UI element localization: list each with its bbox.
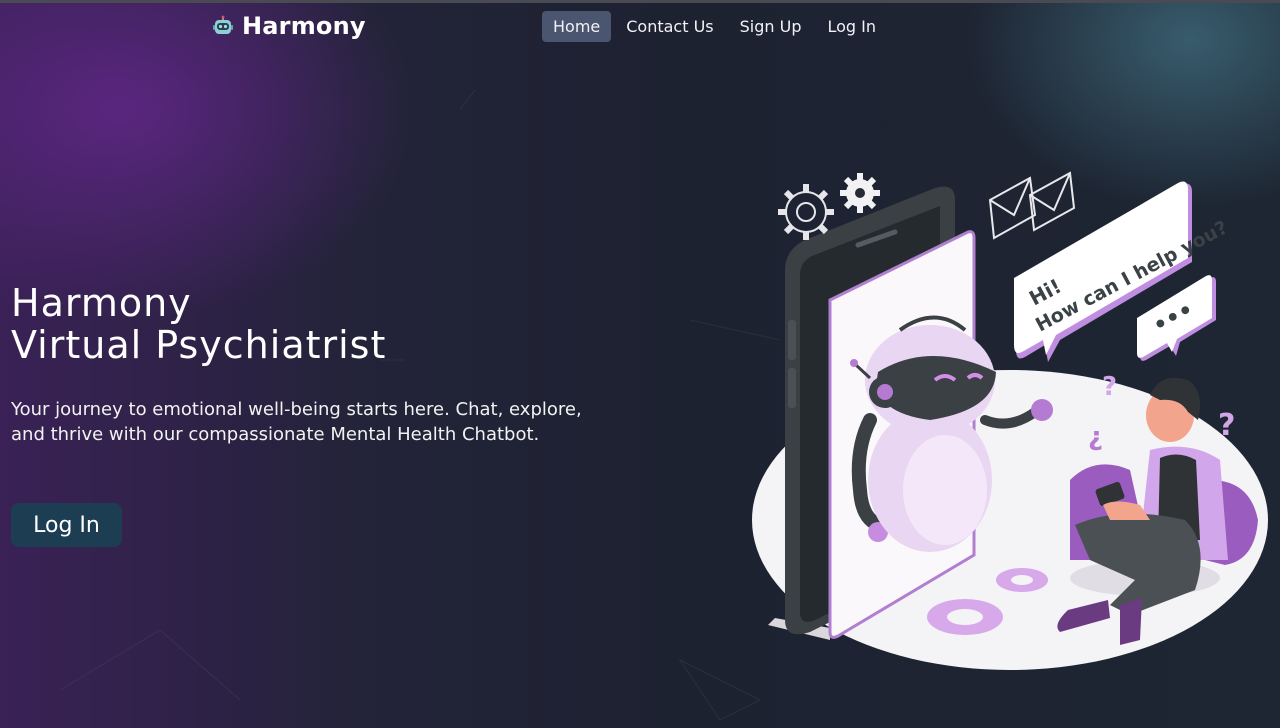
nav-link-sign-up[interactable]: Sign Up xyxy=(729,11,813,42)
question-mark-decoration: ¿ xyxy=(1088,422,1103,452)
gear-icon xyxy=(996,568,1048,592)
hero-title-line-1: Harmony xyxy=(11,281,192,325)
chat-bubble-icon: Hi! How can I help you? xyxy=(1014,181,1231,362)
navbar: Harmony Home Contact Us Sign Up Log In xyxy=(0,0,1280,54)
hero-title: Harmony Virtual Psychiatrist xyxy=(11,282,571,366)
brand-name: Harmony xyxy=(242,12,366,40)
gear-icon xyxy=(927,599,1003,635)
nav-links: Home Contact Us Sign Up Log In xyxy=(542,11,887,42)
envelope-icon xyxy=(988,171,1076,240)
nav-link-log-in[interactable]: Log In xyxy=(817,11,888,42)
typing-bubble: ••• xyxy=(1137,275,1216,361)
hero-title-line-2: Virtual Psychiatrist xyxy=(11,323,387,367)
question-mark-decoration: ? xyxy=(1218,408,1235,443)
robot-icon xyxy=(213,15,233,34)
gear-icon xyxy=(778,184,834,240)
chatbot-illustration: Hi! How can I help you? ••• ? ? ¿ xyxy=(752,171,1268,670)
nav-link-home[interactable]: Home xyxy=(542,11,612,42)
brand[interactable]: Harmony xyxy=(212,12,366,40)
gear-icon xyxy=(840,173,880,213)
hero-description: Your journey to emotional well-being sta… xyxy=(11,399,582,445)
nav-link-contact-us[interactable]: Contact Us xyxy=(615,11,724,42)
question-mark-decoration: ? xyxy=(1102,372,1117,402)
hero-login-button[interactable]: Log In xyxy=(11,503,122,547)
